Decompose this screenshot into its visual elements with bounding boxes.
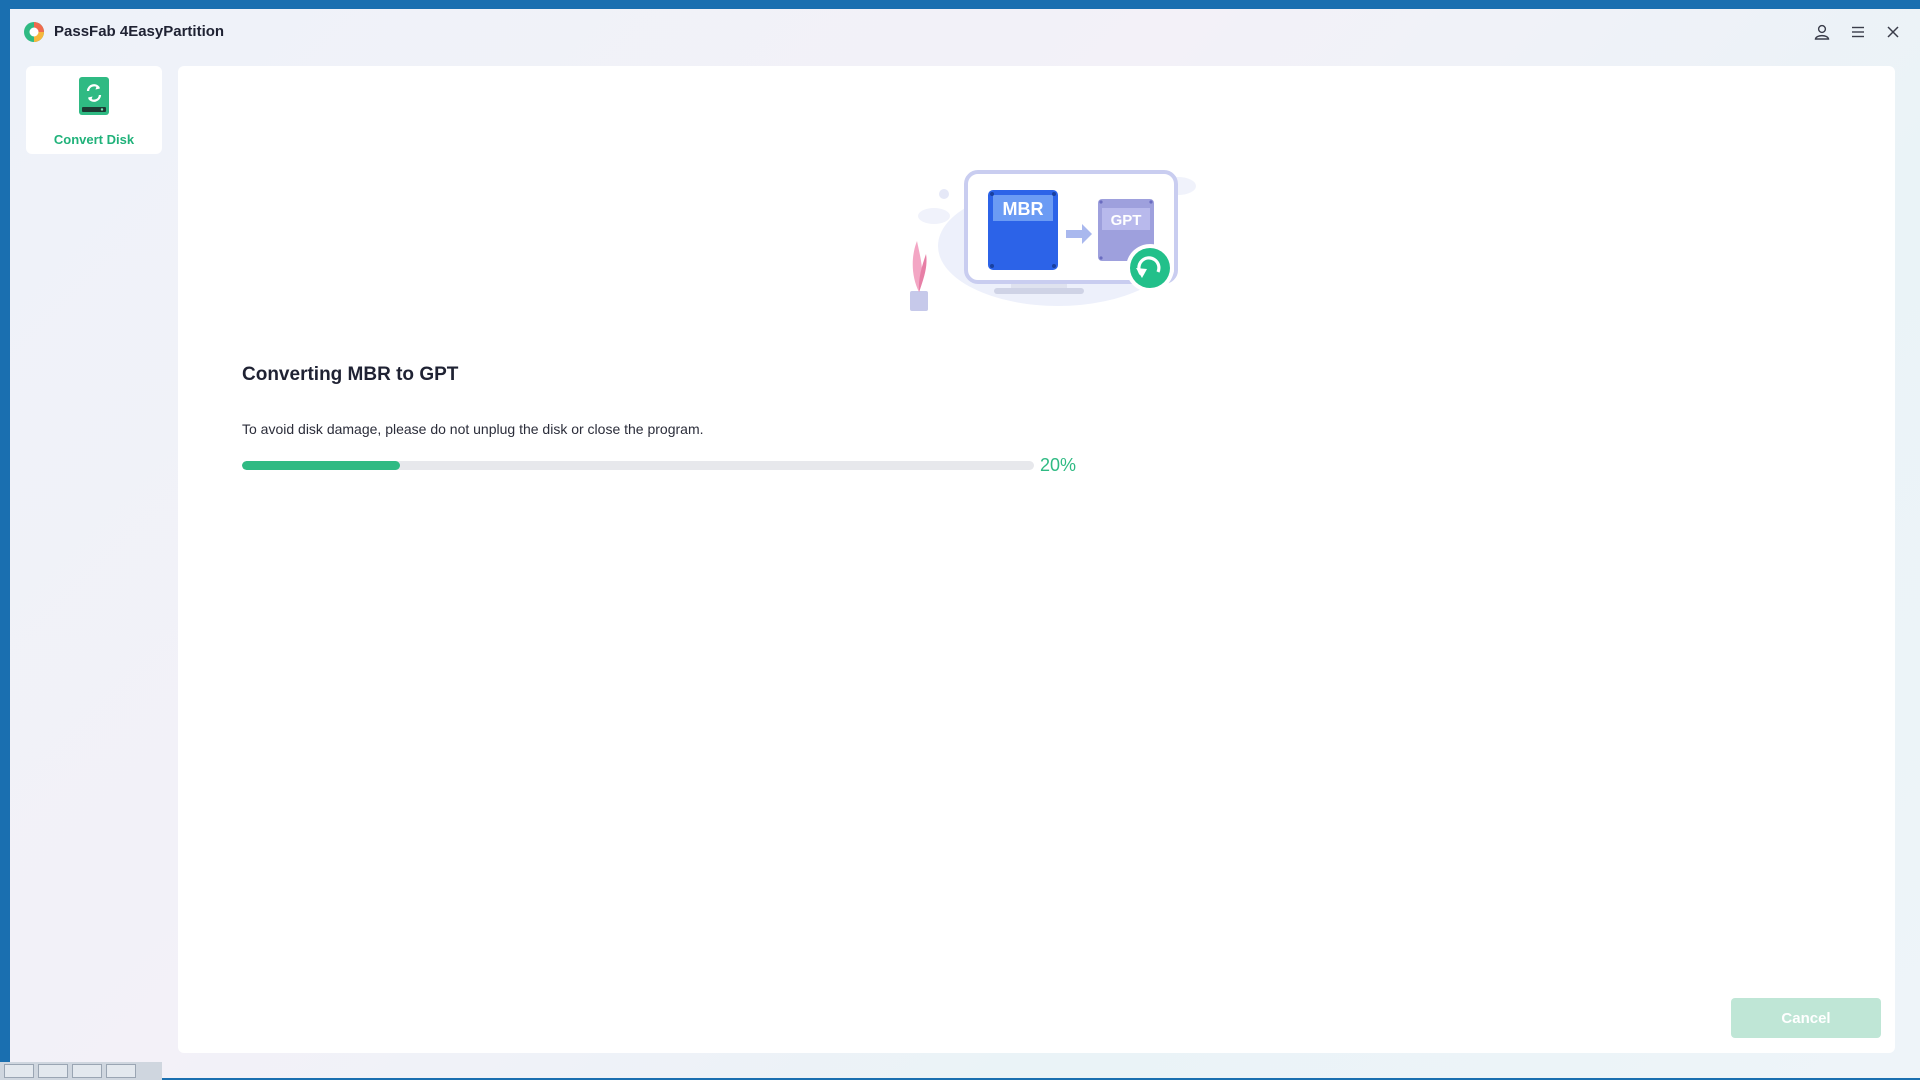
main-panel: MBR GPT Converting MBR to GPT To avoid d…: [178, 66, 1895, 1053]
taskbar-fragment: [0, 1062, 162, 1080]
cancel-button[interactable]: Cancel: [1731, 998, 1881, 1038]
page-title: Converting MBR to GPT: [242, 364, 459, 385]
app-window: PassFab 4EasyPartition Convert Disk MBR …: [10, 9, 1920, 1078]
taskbar-item[interactable]: [4, 1064, 34, 1078]
close-icon[interactable]: [1881, 20, 1905, 44]
progress-percent: 20%: [1040, 455, 1077, 475]
convert-disk-icon: [79, 77, 109, 115]
taskbar-item[interactable]: [106, 1064, 136, 1078]
taskbar-item[interactable]: [38, 1064, 68, 1078]
title-bar: PassFab 4EasyPartition: [10, 9, 1920, 55]
progress-bar: [242, 461, 1034, 470]
user-icon[interactable]: [1810, 20, 1834, 44]
app-logo-icon: [24, 22, 44, 42]
mbr-to-gpt-illustration: MBR GPT: [910, 170, 1196, 311]
gpt-label: GPT: [1111, 212, 1142, 229]
menu-icon[interactable]: [1846, 20, 1870, 44]
mbr-label: MBR: [1003, 199, 1044, 219]
warning-text: To avoid disk damage, please do not unpl…: [242, 421, 704, 437]
app-title: PassFab 4EasyPartition: [54, 23, 225, 40]
sidebar-item-label: Convert Disk: [53, 132, 135, 147]
taskbar-item[interactable]: [72, 1064, 102, 1078]
sidebar-item-convert-disk[interactable]: Convert Disk: [26, 66, 162, 154]
progress-bar-fill: [242, 461, 401, 470]
